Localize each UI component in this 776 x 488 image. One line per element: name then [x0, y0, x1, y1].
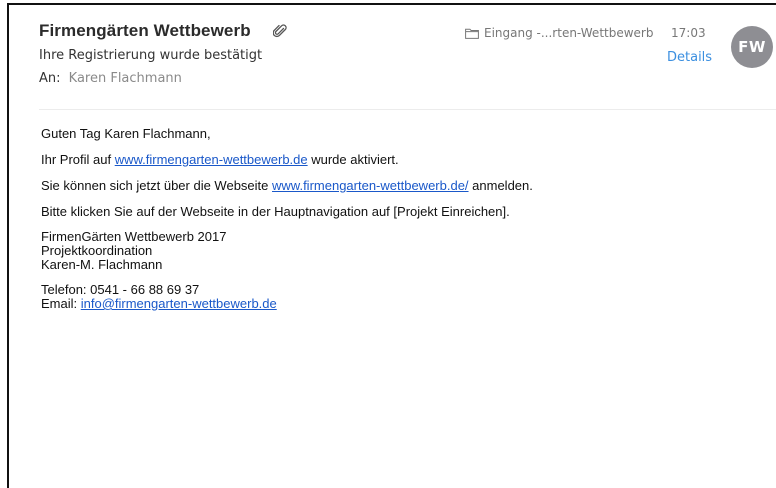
message-header: Firmengärten Wettbewerb Ihre Registrieru…: [39, 21, 776, 111]
signature-line: FirmenGärten Wettbewerb 2017: [41, 229, 227, 244]
message-body: Guten Tag Karen Flachmann, Ihr Profil au…: [41, 126, 766, 311]
body-line-instructions: Bitte klicken Sie auf der Webseite in de…: [41, 204, 510, 219]
sender-name[interactable]: Firmengärten Wettbewerb: [39, 21, 251, 41]
mailbox-location[interactable]: Eingang -...rten-Wettbewerb: [465, 26, 653, 40]
message-time: 17:03: [671, 26, 706, 40]
sender-row: Firmengärten Wettbewerb: [39, 21, 287, 41]
website-link[interactable]: www.firmengarten-wettbewerb.de: [115, 152, 308, 167]
signature: FirmenGärten Wettbewerb 2017 Projektkoor…: [41, 230, 766, 272]
recipient-row: An: Karen Flachmann: [39, 71, 182, 86]
avatar: FW: [731, 26, 773, 68]
email-line: Email: info@firmengarten-wettbewerb.de: [41, 297, 766, 311]
recipient-label: An:: [39, 71, 61, 86]
text-segment: Ihr Profil auf: [41, 152, 115, 167]
text-segment: wurde aktiviert.: [307, 152, 399, 167]
mailbox-name: Eingang -...rten-Wettbewerb: [484, 26, 654, 40]
header-divider: [39, 109, 776, 110]
website-login-link[interactable]: www.firmengarten-wettbewerb.de/: [272, 178, 469, 193]
text-segment: Sie können sich jetzt über die Webseite: [41, 178, 273, 193]
body-line-profile: Ihr Profil auf www.firmengarten-wettbewe…: [41, 152, 766, 168]
details-link[interactable]: Details: [667, 50, 712, 65]
phone-line: Telefon: 0541 - 66 88 69 37: [41, 282, 200, 297]
signature-line: Projektkoordination: [41, 243, 153, 258]
email-link[interactable]: info@firmengarten-wettbewerb.de: [81, 296, 277, 311]
contact-block: Telefon: 0541 - 66 88 69 37 Email: info@…: [41, 283, 766, 311]
signature-line: Karen-M. Flachmann: [41, 257, 163, 272]
folder-icon: [465, 28, 479, 39]
text-segment: anmelden.: [468, 178, 533, 193]
body-line-login: Sie können sich jetzt über die Webseite …: [41, 178, 766, 194]
paperclip-icon: [272, 23, 287, 39]
email-label: Email:: [41, 296, 81, 311]
mail-message-view: Firmengärten Wettbewerb Ihre Registrieru…: [7, 3, 776, 488]
recipient-name[interactable]: Karen Flachmann: [69, 71, 182, 86]
message-subject: Ihre Registrierung wurde bestätigt: [39, 48, 263, 63]
greeting: Guten Tag Karen Flachmann,: [41, 126, 211, 141]
